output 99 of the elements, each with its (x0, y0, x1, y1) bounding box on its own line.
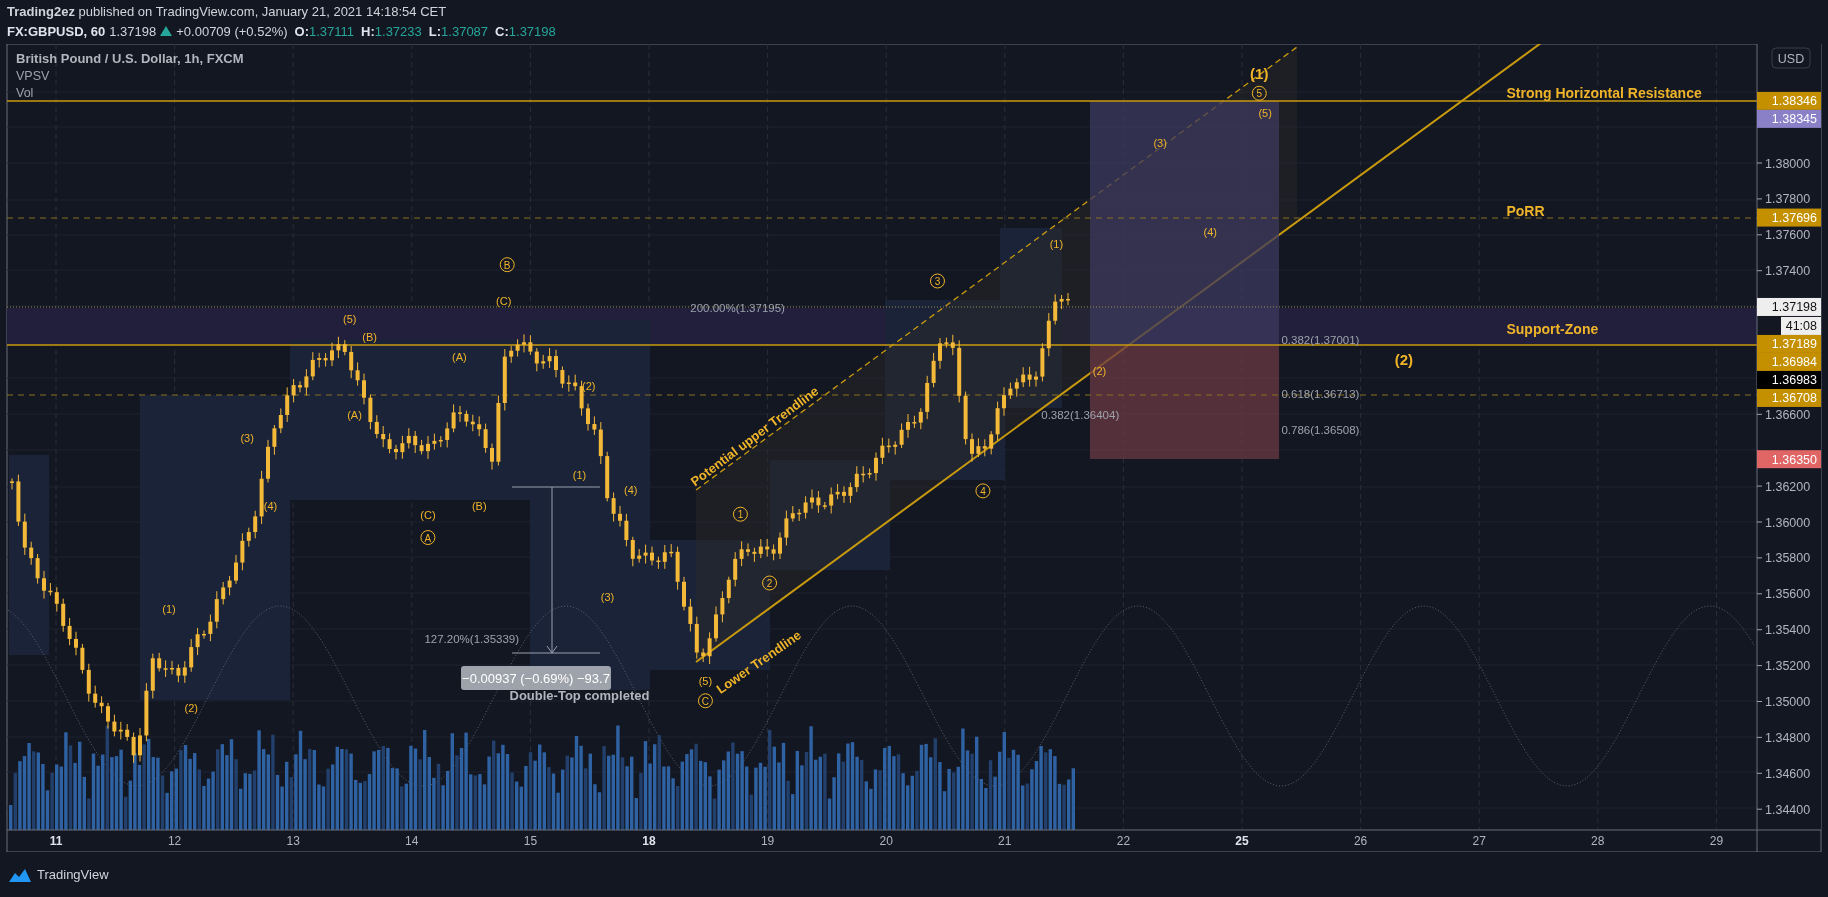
price-tick: 1.37400 (1765, 264, 1811, 279)
wave-label: (A) (452, 350, 467, 363)
ohlc-value: 1.37233 (374, 23, 422, 39)
wave-label: (2) (184, 701, 198, 714)
date-tick: 21 (998, 834, 1012, 848)
price-tag: 1.36984 (1771, 355, 1817, 370)
price-tag: 1.38345 (1771, 112, 1817, 127)
price-tick: 1.35800 (1765, 551, 1811, 566)
wave-label: (A) (347, 409, 362, 422)
fib-level-label: 0.382(1.37001) (1281, 334, 1360, 347)
date-tick: 13 (286, 834, 300, 848)
price-tick: 1.37600 (1765, 228, 1811, 243)
wave-label: (2) (1092, 364, 1107, 377)
wave-label: (C) (420, 509, 436, 522)
price-tick: 1.35400 (1765, 623, 1811, 638)
date-tick: 14 (405, 834, 419, 848)
wave-marker: B (499, 257, 515, 273)
wave-marker: 5 (1251, 85, 1267, 101)
price-tick: 1.36000 (1765, 515, 1811, 530)
ohlc-label: L: (428, 23, 442, 39)
price-tag: 1.37198 (1771, 300, 1817, 315)
price-tick: 1.37800 (1765, 192, 1811, 207)
date-tick: 28 (1591, 834, 1605, 848)
date-tick: 27 (1472, 834, 1486, 848)
wave-marker: 2 (762, 575, 778, 591)
ohlc-value: 1.37087 (441, 23, 489, 39)
wave-label: (C) (496, 294, 512, 307)
date-tick: 22 (1116, 834, 1131, 848)
wave-label: (2) (582, 379, 596, 392)
price-tag: 1.37696 (1771, 211, 1817, 226)
date-tick: 20 (879, 834, 893, 848)
wave-label: (2) (1394, 351, 1414, 369)
price-change: +0.00709 (+0.52%) (176, 23, 288, 39)
ohlc-value: 1.37111 (309, 23, 355, 39)
wave-label: (5) (1258, 107, 1272, 120)
ohlc-label: H: (361, 23, 375, 39)
wave-marker: A (420, 530, 436, 546)
price-tag: 1.37189 (1771, 337, 1817, 352)
price-tag: 1.36983 (1771, 373, 1817, 388)
indicator-legend: Vol (16, 86, 34, 100)
wave-label: (B) (362, 330, 377, 343)
zone-label: Support-Zone (1506, 320, 1599, 337)
currency-button[interactable]: USD (1771, 47, 1811, 69)
zone-label: PoRR (1506, 203, 1545, 220)
price-tick: 1.36200 (1765, 479, 1811, 494)
price-tick: 1.36600 (1765, 407, 1811, 422)
fib-level-label: 0.618(1.36713) (1281, 388, 1360, 401)
wave-marker: 4 (975, 483, 991, 499)
wave-label: (1) (1049, 237, 1064, 250)
wave-label: (5) (698, 674, 713, 687)
wave-label: (5) (343, 313, 357, 326)
price-tick: 1.34800 (1765, 730, 1811, 745)
wave-label: (3) (240, 432, 254, 445)
wave-label: (3) (1153, 137, 1167, 150)
wave-label: (1) (162, 602, 176, 615)
date-tick: 19 (760, 834, 775, 848)
brand-name: TradingView (37, 867, 109, 882)
indicator-legend: VPSV (16, 69, 50, 83)
date-tick: 12 (167, 834, 182, 848)
ohlc-label: C: (495, 23, 509, 39)
wave-label: (B) (471, 500, 487, 513)
date-tick: 18 (642, 834, 656, 848)
fib-level-label: 127.20%(1.35339) (424, 632, 520, 645)
symbol-label: FX:GBPUSD, 60 (7, 23, 106, 39)
price-tick: 1.35600 (1765, 587, 1811, 602)
chart-legend-title: British Pound / U.S. Dollar, 1h, FXCM (16, 51, 244, 66)
wave-label: (1) (572, 468, 587, 481)
fib-level-label: 0.382(1.36404) (1041, 409, 1120, 422)
chart-note: Double-Top completed (509, 688, 650, 704)
price-tick: 1.35200 (1765, 659, 1811, 674)
price-tag: 1.38346 (1771, 94, 1817, 109)
price-tick: 1.38000 (1765, 156, 1811, 171)
price-tick: 1.34400 (1765, 802, 1811, 817)
date-tick: 25 (1235, 834, 1249, 848)
price-tag: 1.36708 (1771, 391, 1817, 406)
ohlc-value: 1.37198 (508, 23, 556, 39)
date-tick: 11 (49, 834, 63, 848)
wave-label: (4) (624, 483, 638, 496)
price-tick: 1.34600 (1765, 766, 1811, 781)
ohlc-label: O: (294, 23, 309, 39)
bar-countdown: 41:08 (1785, 319, 1817, 334)
measurement-tooltip: −0.00937 (−0.69%) −93.7 (461, 666, 611, 690)
wave-marker: C (697, 693, 713, 709)
last-price: 1.37198 (109, 23, 157, 39)
wave-marker: 1 (732, 506, 748, 522)
fib-level-label: 200.00%(1.37195) (690, 301, 785, 314)
wave-label: (4) (1203, 226, 1218, 239)
wave-marker: 3 (929, 273, 945, 289)
price-tag: 1.36350 (1771, 452, 1817, 467)
fib-level-label: 0.786(1.36508) (1281, 424, 1360, 437)
wave-label: (4) (263, 500, 278, 513)
wave-label: (1) (1250, 65, 1269, 83)
date-tick: 26 (1353, 834, 1368, 848)
zone-label: Strong Horizontal Resistance (1506, 85, 1702, 102)
publication-byline: Trading2ez published on TradingView.com, January 21, 2021 14:18:54 CET (7, 3, 448, 21)
date-tick: 15 (523, 834, 538, 848)
wave-label: (3) (600, 591, 615, 603)
price-tick: 1.35000 (1765, 695, 1811, 709)
date-tick: 29 (1709, 834, 1724, 848)
